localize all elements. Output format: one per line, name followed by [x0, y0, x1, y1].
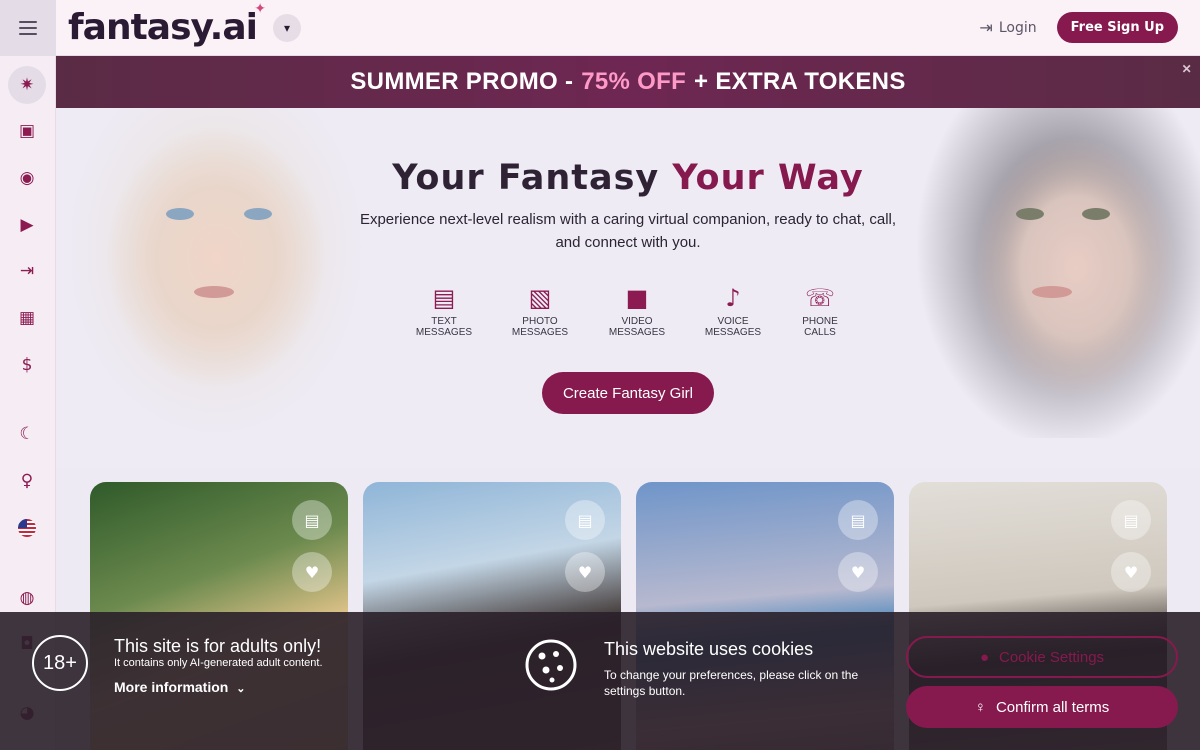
eye-shape	[244, 208, 272, 220]
female-icon: ♀	[974, 698, 986, 716]
chat-icon[interactable]: ▤	[565, 500, 605, 540]
sidebar-item-create[interactable]: ✷	[8, 66, 46, 104]
hero-subtitle: Experience next-level realism with a car…	[359, 211, 897, 251]
feature-label: PHOTO MESSAGES	[511, 316, 569, 338]
sidebar-item-videos[interactable]: ▶	[8, 206, 46, 244]
more-information-toggle[interactable]: More information ⌄	[114, 679, 245, 695]
dollar-icon: $	[21, 355, 33, 375]
play-icon: ▶	[20, 215, 34, 235]
promo-banner[interactable]: SUMMER PROMO - 75% OFF + EXTRA TOKENS ✕	[56, 56, 1200, 108]
chat-icon[interactable]: ▤	[292, 500, 332, 540]
sidebar-item-gifts[interactable]: ▦	[8, 299, 46, 337]
logo-text: fantasy.ai	[68, 7, 258, 48]
create-fantasy-girl-button[interactable]: Create Fantasy Girl	[542, 372, 714, 414]
eye-shape	[166, 208, 194, 220]
photo-icon: ▧	[528, 284, 552, 312]
feature-text-messages: ▤ TEXT MESSAGES	[404, 280, 484, 338]
moon-icon: ☾	[19, 424, 35, 444]
heart-icon[interactable]: ♥	[1111, 552, 1151, 592]
age-restriction-badge: 18+	[32, 635, 88, 691]
sidebar-item-dark-mode[interactable]: ☾	[8, 415, 46, 453]
sidebar-item-language[interactable]	[8, 509, 46, 547]
chevron-down-icon: ⌄	[236, 683, 246, 695]
feature-list: ▤ TEXT MESSAGES ▧ PHOTO MESSAGES ■ VIDEO ME…	[56, 280, 1200, 350]
adult-warning-title: This site is for adults only!	[114, 636, 322, 656]
feature-label: TEXT MESSAGES	[415, 316, 473, 338]
feature-phone-calls: ☏ PHONE CALLS	[780, 280, 860, 338]
heart-icon[interactable]: ♥	[292, 552, 332, 592]
sidebar-item-explore[interactable]: ◉	[8, 159, 46, 197]
login-label: Login	[998, 19, 1037, 36]
signup-button[interactable]: Free Sign Up	[1056, 12, 1178, 43]
login-link[interactable]: ⇥ Login	[979, 18, 1036, 37]
chat-icon[interactable]: ▤	[1111, 500, 1151, 540]
globe-icon: ◍	[19, 588, 35, 608]
logo[interactable]: fantasy.ai ✦	[68, 1, 266, 48]
sparkle-icon: ✦	[254, 1, 266, 17]
gift-icon: ▦	[18, 308, 36, 328]
cookie-icon	[525, 639, 577, 691]
close-icon[interactable]: ✕	[1182, 62, 1192, 76]
chat-icon: ▤	[432, 284, 456, 312]
consent-bar: 18+ This site is for adults only! It con…	[0, 612, 1200, 750]
feature-label: PHONE CALLS	[802, 316, 838, 338]
cookie-settings-button[interactable]: ● Cookie Settings	[906, 636, 1178, 678]
more-information-label: More information	[114, 679, 229, 695]
microphone-icon: ♪	[725, 284, 741, 312]
feature-photo-messages: ▧ PHOTO MESSAGES	[500, 280, 580, 338]
hero-title: Your Fantasy Your Way	[56, 158, 1200, 198]
chat-icon[interactable]: ▤	[838, 500, 878, 540]
hero-title-accent: Your Way	[672, 158, 864, 198]
promo-text-2: + EXTRA TOKENS	[694, 68, 906, 95]
us-flag-icon	[18, 519, 36, 537]
sidebar-item-gallery[interactable]: ▣	[8, 112, 46, 150]
confirm-all-terms-button[interactable]: ♀ Confirm all terms	[906, 686, 1178, 728]
adult-warning-description: It contains only AI-generated adult cont…	[114, 657, 323, 669]
eye-shape	[1082, 208, 1110, 220]
header-actions: ⇥ Login Free Sign Up	[979, 12, 1178, 43]
cookie-icon: ●	[979, 648, 989, 666]
feature-voice-messages: ♪ VOICE MESSAGES	[693, 280, 773, 338]
login-icon: ⇥	[979, 18, 993, 37]
sidebar-item-tokens[interactable]: $	[8, 346, 46, 384]
video-camera-icon: ■	[625, 284, 649, 312]
hamburger-icon	[19, 19, 37, 37]
hero-section: Your Fantasy Your Way Experience next-le…	[56, 108, 1200, 468]
chevron-down-icon: ▾	[283, 20, 290, 35]
promo-text: SUMMER PROMO -	[350, 68, 574, 95]
sidebar-item-login[interactable]: ⇥	[8, 252, 46, 290]
feature-video-messages: ■ VIDEO MESSAGES	[597, 280, 677, 338]
female-icon: ♀	[20, 471, 34, 491]
compass-icon: ◉	[19, 168, 35, 188]
hero-title-main: Your Fantasy	[392, 158, 660, 198]
feature-label: VOICE MESSAGES	[704, 316, 762, 338]
phone-icon: ☏	[804, 284, 835, 312]
login-icon: ⇥	[19, 261, 35, 281]
confirm-label: Confirm all terms	[995, 698, 1110, 716]
site-switcher-dropdown[interactable]: ▾	[272, 13, 301, 42]
cookie-notice-description: To change your preferences, please click…	[604, 668, 859, 698]
cookie-notice-title: This website uses cookies	[604, 639, 814, 659]
eye-shape	[1016, 208, 1044, 220]
feature-label: VIDEO MESSAGES	[608, 316, 666, 338]
cookie-settings-label: Cookie Settings	[999, 648, 1105, 666]
heart-icon[interactable]: ♥	[565, 552, 605, 592]
magic-wand-icon: ✷	[19, 75, 35, 95]
menu-button[interactable]	[0, 0, 56, 56]
sidebar-item-gender[interactable]: ♀	[8, 462, 46, 500]
image-icon: ▣	[18, 121, 36, 141]
promo-highlight: 75% OFF	[581, 68, 687, 95]
heart-icon[interactable]: ♥	[838, 552, 878, 592]
top-header: fantasy.ai ✦ ▾ ⇥ Login Free Sign Up	[0, 0, 1200, 56]
